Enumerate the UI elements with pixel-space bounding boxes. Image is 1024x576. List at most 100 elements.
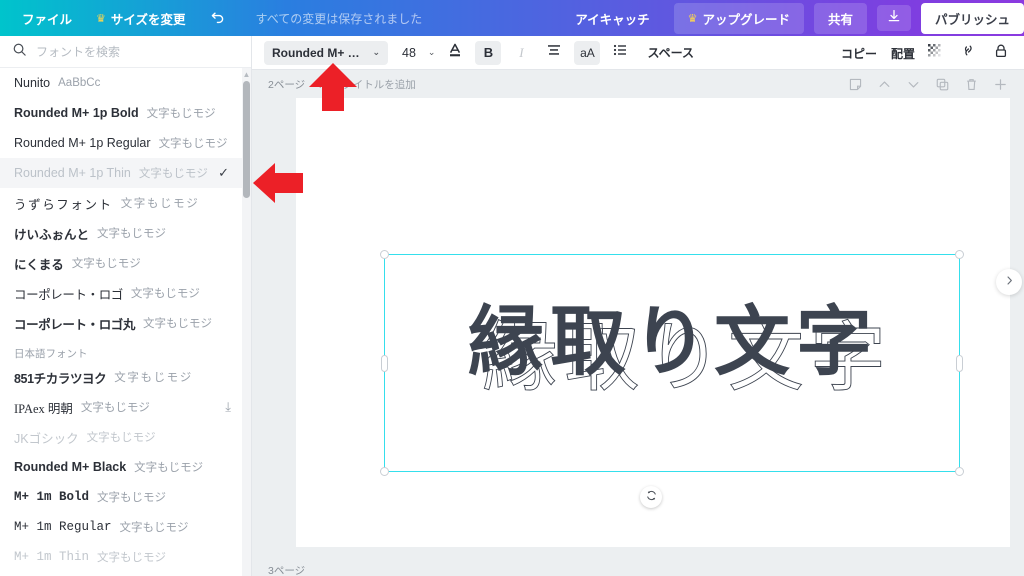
- font-sample: AaBbCc: [58, 77, 101, 89]
- chevron-up-icon[interactable]: [877, 77, 892, 92]
- font-item-rounded-mp-1p-regular[interactable]: Rounded M+ 1p Regular 文字もじモジ: [0, 128, 251, 158]
- link-button[interactable]: [955, 41, 981, 65]
- text-element[interactable]: 縁取り文字 縁取り文字: [385, 255, 961, 473]
- canvas-side-button[interactable]: [996, 269, 1022, 295]
- text-fill-layer: 縁取り文字: [468, 300, 878, 385]
- japanese-fonts-section-label: 日本語フォント: [14, 348, 88, 360]
- scroll-up-icon[interactable]: ▲: [242, 69, 251, 79]
- font-sample: 文字もじモジ: [143, 318, 213, 330]
- arrange-button[interactable]: 配置: [891, 45, 915, 62]
- share-button[interactable]: 共有: [813, 2, 867, 34]
- chevron-down-icon[interactable]: [906, 77, 921, 92]
- font-sample: 文字もじモジ: [97, 492, 167, 504]
- font-item-nikumaru[interactable]: にくまる 文字もじモジ: [0, 248, 251, 278]
- publish-button[interactable]: パブリッシュ: [920, 2, 1024, 34]
- plus-icon[interactable]: [993, 77, 1008, 92]
- font-name: JKゴシック: [14, 431, 79, 446]
- page-number-label: 2ページ: [268, 78, 306, 91]
- chevron-down-icon-size: ⌄: [427, 47, 436, 57]
- upgrade-button[interactable]: ♛ アップグレード: [673, 2, 804, 34]
- upgrade-label: アップグレード: [702, 12, 790, 27]
- design-canvas[interactable]: 縁取り文字 縁取り文字: [296, 98, 1022, 547]
- file-menu-button[interactable]: ファイル: [22, 9, 72, 28]
- lock-icon: [993, 43, 1009, 64]
- font-sample: 文字もじモジ: [130, 288, 200, 300]
- text-element-selection[interactable]: 縁取り文字 縁取り文字: [380, 250, 964, 476]
- top-bar: ファイル ♛ サイズを変更 すべての変更は保存されました アイキャッチ ♛ アッ…: [0, 0, 1024, 36]
- lock-button[interactable]: [988, 41, 1014, 65]
- crown-icon: ♛: [96, 12, 106, 25]
- notes-icon[interactable]: [848, 77, 863, 92]
- eyecatch-label: アイキャッチ: [575, 12, 650, 27]
- spacing-button[interactable]: スペース: [647, 44, 694, 61]
- font-name: Nunito: [14, 76, 51, 90]
- bullet-list-icon: [612, 42, 628, 63]
- download-button[interactable]: [876, 5, 911, 31]
- italic-button[interactable]: I: [508, 41, 534, 65]
- font-item-mp-1m-bold[interactable]: M+ 1m Bold 文字もじモジ: [0, 482, 251, 512]
- font-item-uzura[interactable]: うずらフォント 文字もじモジ: [0, 188, 251, 218]
- font-item-mp-1m-regular[interactable]: M+ 1m Regular 文字もじモジ: [0, 512, 251, 542]
- font-sample: 文字もじモジ: [71, 258, 141, 270]
- font-item-keifont[interactable]: けいふぉんと 文字もじモジ: [0, 218, 251, 248]
- font-name: M+ 1m Thin: [14, 550, 90, 564]
- resize-button[interactable]: ♛ サイズを変更: [96, 9, 186, 28]
- font-item-rounded-mp-1p-bold[interactable]: Rounded M+ 1p Bold 文字もじモジ: [0, 98, 251, 128]
- trash-icon[interactable]: [964, 77, 979, 92]
- page-actions: [848, 77, 1008, 92]
- text-color-button[interactable]: [442, 41, 468, 65]
- font-size-dropdown[interactable]: 48 ⌄: [402, 46, 435, 60]
- font-item-jk-gothic[interactable]: JKゴシック 文字もじモジ: [0, 422, 251, 452]
- align-button[interactable]: [541, 41, 567, 65]
- font-item-rounded-mp-1p-thin[interactable]: Rounded M+ 1p Thin 文字もじモジ ✓: [0, 158, 251, 188]
- bold-button[interactable]: B: [475, 40, 502, 65]
- font-name: コーポレート・ロゴ: [14, 287, 123, 302]
- font-sample: 文字もじモジ: [120, 198, 200, 210]
- resize-handle-middle-right[interactable]: [956, 355, 963, 372]
- font-item-mp-1m-thin[interactable]: M+ 1m Thin 文字もじモジ: [0, 542, 251, 572]
- share-label: 共有: [827, 12, 853, 27]
- font-sample: 文字もじモジ: [86, 432, 156, 444]
- resize-handle-bottom-right[interactable]: [955, 467, 964, 476]
- save-status-label: すべての変更は保存されました: [255, 11, 423, 26]
- font-item-851-chikara-tsuyoku[interactable]: 851チカラツヨク 文字もじモジ: [0, 362, 251, 392]
- resize-handle-top-right[interactable]: [955, 250, 964, 259]
- font-panel: フォントを検索 Nunito AaBbCc Rounded M+ 1p Bold…: [0, 36, 252, 576]
- toolbar-right-group: コピー 配置: [827, 36, 1014, 70]
- text-toolbar: Rounded M+ 1p ... ⌄ 48 ⌄ B: [252, 36, 1024, 70]
- letter-case-button[interactable]: aA: [574, 40, 601, 65]
- font-item-corporate-logo[interactable]: コーポレート・ロゴ 文字もじモジ: [0, 278, 251, 308]
- resize-handle-bottom-left[interactable]: [380, 467, 389, 476]
- font-name: M+ 1m Bold: [14, 490, 90, 504]
- font-item-ipaex-mincho[interactable]: IPAex 明朝 文字もじモジ ⤓: [0, 392, 251, 422]
- font-item-corporate-logo-maru[interactable]: コーポレート・ロゴ丸 文字もじモジ: [0, 308, 251, 338]
- font-name: 851チカラツヨク: [14, 371, 107, 386]
- font-sample: 文字もじモジ: [158, 138, 228, 150]
- copy-button[interactable]: コピー: [841, 45, 877, 62]
- font-list-scrollbar-track[interactable]: ▲: [242, 68, 251, 576]
- chevron-down-icon: ⌄: [372, 47, 380, 57]
- transparency-icon: [927, 43, 943, 64]
- selected-check-icon: ✓: [218, 165, 229, 180]
- list-button[interactable]: [607, 41, 633, 65]
- undo-button[interactable]: [210, 9, 226, 28]
- chevron-icon: [1004, 275, 1015, 289]
- crown-icon-upgrade: ♛: [687, 12, 698, 25]
- font-search-bar[interactable]: フォントを検索: [0, 36, 251, 68]
- font-sample: 文字もじモジ: [80, 402, 150, 414]
- download-font-icon[interactable]: ⤓: [225, 399, 231, 415]
- font-item-rounded-mp-black[interactable]: Rounded M+ Black 文字もじモジ: [0, 452, 251, 482]
- font-family-dropdown[interactable]: Rounded M+ 1p ... ⌄: [264, 40, 388, 65]
- rotate-handle[interactable]: [640, 486, 662, 508]
- search-icon: [12, 42, 27, 62]
- eyecatch-button[interactable]: アイキャッチ: [561, 3, 663, 34]
- case-label: aA: [580, 45, 595, 60]
- font-list-scrollbar-thumb[interactable]: [243, 81, 250, 198]
- font-item-nunito[interactable]: Nunito AaBbCc: [0, 68, 251, 98]
- duplicate-icon[interactable]: [935, 77, 950, 92]
- font-name: Rounded M+ 1p Regular: [14, 136, 151, 150]
- resize-handle-middle-left[interactable]: [381, 355, 388, 372]
- resize-handle-top-left[interactable]: [380, 250, 389, 259]
- font-search-input[interactable]: フォントを検索: [36, 43, 120, 60]
- transparency-button[interactable]: [922, 41, 948, 65]
